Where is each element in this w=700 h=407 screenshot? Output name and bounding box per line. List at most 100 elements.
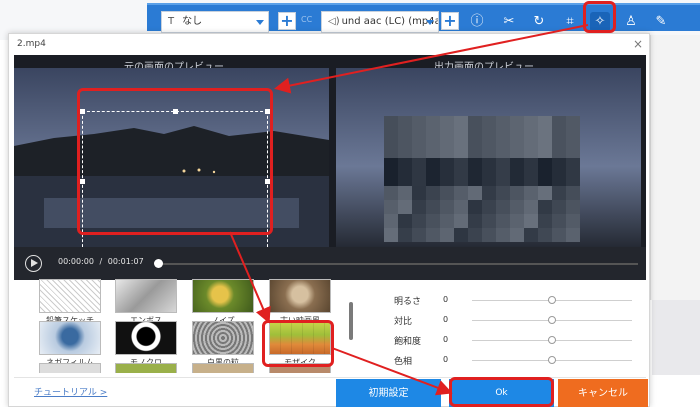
mosaic-block <box>552 116 566 130</box>
mosaic-block <box>496 214 510 228</box>
seek-bar[interactable] <box>158 263 638 265</box>
reset-button[interactable]: 初期設定 <box>336 379 441 407</box>
dialog-title: 2.mp4 <box>17 39 46 49</box>
effect-thumbnail <box>192 363 254 373</box>
effect-old-film[interactable]: 古い映画風 <box>269 279 331 326</box>
mosaic-selection-box[interactable] <box>82 111 268 252</box>
effect-noise[interactable]: ノイズ <box>192 279 254 326</box>
effect-mosaic[interactable]: モザイク <box>269 321 331 368</box>
effect-wand-icon[interactable]: ✧ <box>590 12 610 32</box>
mosaic-block <box>454 116 468 130</box>
mosaic-block <box>468 158 482 172</box>
tutorial-link[interactable]: チュートリアル > <box>34 385 107 398</box>
resize-handle[interactable] <box>265 179 270 184</box>
mosaic-block <box>496 186 510 200</box>
footer-divider <box>14 377 646 378</box>
background-window-panel <box>650 35 700 300</box>
chevron-down-icon <box>426 20 434 25</box>
mosaic-block <box>426 228 440 242</box>
mosaic-block <box>412 200 426 214</box>
mosaic-block <box>510 200 524 214</box>
mosaic-block <box>566 130 580 144</box>
close-icon[interactable]: × <box>633 37 643 51</box>
playback-controls: 00:00:00 / 00:01:07 <box>14 247 646 280</box>
current-time: 00:00:00 <box>58 257 94 266</box>
mosaic-block <box>538 130 552 144</box>
mosaic-block <box>384 214 398 228</box>
mosaic-block <box>524 144 538 158</box>
adjust-slider-handle[interactable] <box>548 336 556 344</box>
audio-track-value: und aac (LC) (mp4a <box>341 16 439 27</box>
mosaic-block <box>510 186 524 200</box>
mosaic-block <box>482 214 496 228</box>
adjust-contrast: 対比 0 <box>394 314 639 328</box>
seek-handle[interactable] <box>154 259 163 268</box>
effect-monochrome[interactable]: モノクロ <box>115 321 177 368</box>
subtitle-dropdown[interactable]: T なし <box>161 11 269 33</box>
resize-handle[interactable] <box>173 109 178 114</box>
mosaic-block <box>398 172 412 186</box>
effect-row-partial <box>269 363 331 373</box>
play-icon[interactable] <box>25 255 42 272</box>
mosaic-block <box>468 200 482 214</box>
watermark-stamp-icon[interactable]: ♙ <box>621 12 641 32</box>
mosaic-block <box>454 144 468 158</box>
mosaic-block <box>552 172 566 186</box>
adjust-value: 0 <box>443 335 449 344</box>
video-effects-dialog: 2.mp4 × 元の画面のプレビュー 出力画面のプレビュー 00:00:00 /… <box>8 33 650 407</box>
adjust-slider-handle[interactable] <box>548 356 556 364</box>
add-subtitle-button[interactable]: + <box>278 12 296 30</box>
crop-icon[interactable]: ⌗ <box>560 12 580 32</box>
playback-time: 00:00:00 / 00:01:07 <box>58 257 144 266</box>
mosaic-block <box>482 158 496 172</box>
effect-negative-film[interactable]: ネガフィルム <box>39 321 101 368</box>
adjust-value: 0 <box>443 315 449 324</box>
adjust-slider-handle[interactable] <box>548 296 556 304</box>
mosaic-block <box>426 214 440 228</box>
mosaic-block <box>384 116 398 130</box>
cc-icon[interactable]: CC <box>301 15 312 24</box>
effect-bw-grain[interactable]: 白黒の粒 <box>192 321 254 368</box>
mosaic-block <box>412 130 426 144</box>
info-icon[interactable]: ⓘ <box>467 12 487 32</box>
cut-icon[interactable]: ✂ <box>499 12 519 32</box>
mosaic-block <box>510 130 524 144</box>
add-audio-button[interactable]: + <box>441 12 459 30</box>
mosaic-block <box>524 116 538 130</box>
adjust-slider-handle[interactable] <box>548 316 556 324</box>
mosaic-block <box>524 186 538 200</box>
effects-scrollbar[interactable] <box>349 302 353 340</box>
mosaic-block <box>454 200 468 214</box>
mosaic-block <box>412 214 426 228</box>
effect-thumbnail <box>269 279 331 313</box>
mosaic-block <box>552 158 566 172</box>
mosaic-block <box>496 144 510 158</box>
mosaic-block <box>566 186 580 200</box>
effect-pencil-sketch[interactable]: 鉛筆スケッチ <box>39 279 101 326</box>
rotate-icon[interactable]: ↻ <box>529 12 549 32</box>
mosaic-block <box>440 172 454 186</box>
resize-handle[interactable] <box>80 179 85 184</box>
mosaic-block <box>412 144 426 158</box>
mosaic-effect <box>384 116 580 242</box>
mosaic-block <box>552 130 566 144</box>
resize-handle[interactable] <box>265 109 270 114</box>
time-separator: / <box>99 257 103 266</box>
adjust-label: 色相 <box>394 357 413 367</box>
mosaic-block <box>552 144 566 158</box>
effect-row-partial <box>39 363 101 373</box>
audio-track-dropdown[interactable]: ◁) und aac (LC) (mp4a <box>321 11 439 33</box>
ok-button[interactable]: Ok <box>449 379 554 407</box>
cancel-button[interactable]: キャンセル <box>558 379 648 407</box>
mosaic-block <box>426 130 440 144</box>
mosaic-block <box>538 172 552 186</box>
effect-emboss[interactable]: エンボス <box>115 279 177 326</box>
chevron-down-icon <box>256 20 264 25</box>
mosaic-block <box>496 172 510 186</box>
edit-pen-icon[interactable]: ✎ <box>651 12 671 32</box>
mosaic-block <box>398 200 412 214</box>
resize-handle[interactable] <box>80 109 85 114</box>
mosaic-block <box>398 144 412 158</box>
mosaic-block <box>496 228 510 242</box>
mosaic-block <box>538 158 552 172</box>
